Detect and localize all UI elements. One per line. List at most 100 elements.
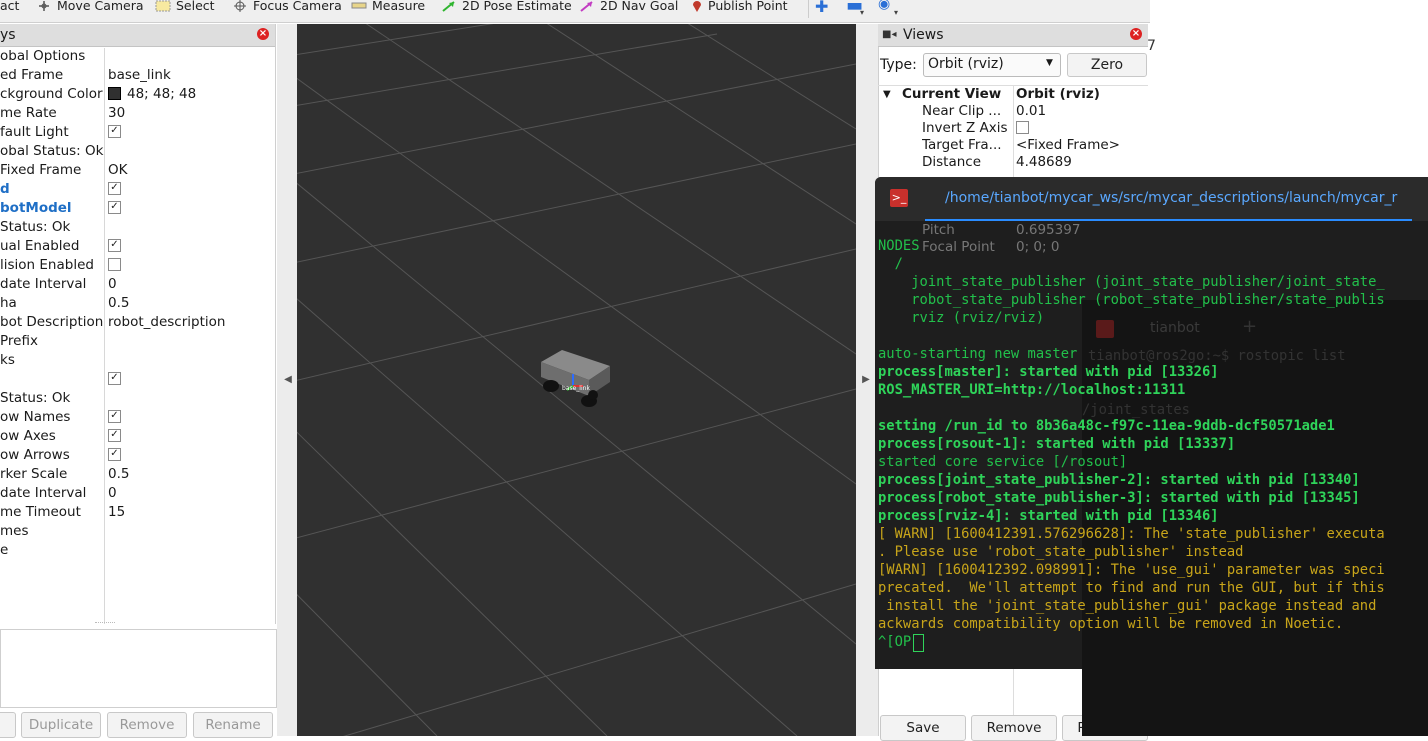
- terminal-tab[interactable]: /home/tianbot/mycar_ws/src/mycar_descrip…: [925, 177, 1412, 221]
- property-name: Near Clip ...: [922, 103, 1002, 119]
- property-value: <Fixed Frame>: [1016, 137, 1120, 153]
- checkbox[interactable]: ✓: [108, 200, 121, 214]
- display-property-row[interactable]: obal Status: Ok: [0, 142, 275, 161]
- display-property-row[interactable]: lision Enabled: [0, 256, 275, 275]
- expand-arrow-icon[interactable]: ▼: [883, 86, 891, 103]
- checkbox[interactable]: ✓: [108, 124, 121, 138]
- tool-select[interactable]: Select: [155, 0, 215, 14]
- duplicate-button[interactable]: Duplicate: [21, 712, 101, 738]
- tool-measure[interactable]: Measure: [351, 0, 425, 14]
- property-value-text: 48; 48; 48: [127, 86, 197, 102]
- property-value: 0: [108, 276, 117, 292]
- checkbox[interactable]: ✓: [108, 447, 121, 461]
- display-property-row[interactable]: ow Arrows ✓: [0, 446, 275, 465]
- terminal-icon: [1096, 320, 1114, 338]
- checkbox[interactable]: ✓: [108, 181, 121, 195]
- display-property-row[interactable]: ckground Color 48; 48; 48: [0, 85, 275, 104]
- checkbox[interactable]: ✓: [108, 238, 121, 252]
- robot-model[interactable]: base_link: [541, 350, 610, 407]
- display-property-row[interactable]: botModel ✓: [0, 199, 275, 218]
- property-value: [1016, 120, 1029, 137]
- display-property-row[interactable]: obal Options: [0, 47, 275, 66]
- display-property-row[interactable]: me Timeout 15: [0, 503, 275, 522]
- checkbox[interactable]: ✓: [108, 428, 121, 442]
- property-value: 30: [108, 105, 126, 121]
- display-property-row[interactable]: d ✓: [0, 180, 275, 199]
- ghost-value: 0.695397: [1016, 222, 1081, 238]
- save-view-button[interactable]: Save: [880, 715, 966, 741]
- color-swatch[interactable]: [108, 86, 121, 100]
- tool-2d-nav-goal[interactable]: 2D Nav Goal: [579, 0, 678, 14]
- display-property-row[interactable]: mes: [0, 522, 275, 541]
- terminal-icon: >_: [890, 189, 908, 207]
- property-value: ✓: [108, 427, 121, 446]
- view-property-row[interactable]: Near Clip ... 0.01: [878, 103, 1150, 120]
- display-property-row[interactable]: Prefix: [0, 332, 275, 351]
- type-label: Type:: [880, 57, 917, 73]
- terminal-line: ROS_MASTER_URI=http://localhost:11311: [878, 382, 1186, 398]
- display-property-row[interactable]: ual Enabled ✓: [0, 237, 275, 256]
- chevron-down-icon[interactable]: ▾: [860, 8, 864, 17]
- view-property-row[interactable]: Invert Z Axis: [878, 120, 1150, 137]
- tool-publish-point[interactable]: Publish Point: [691, 0, 788, 14]
- rename-display-button[interactable]: Rename: [193, 712, 273, 738]
- property-name: obal Status: Ok: [0, 143, 104, 159]
- display-property-row[interactable]: ow Names ✓: [0, 408, 275, 427]
- display-property-row[interactable]: ✓: [0, 370, 275, 389]
- terminal-cursor: [913, 634, 924, 652]
- tool-focus-camera[interactable]: Focus Camera: [232, 0, 342, 14]
- tool-move-camera[interactable]: Move Camera: [36, 0, 144, 14]
- tool-2d-pose-estimate[interactable]: 2D Pose Estimate: [441, 0, 572, 14]
- display-property-row[interactable]: bot Description robot_description: [0, 313, 275, 332]
- property-name: Status: Ok: [0, 390, 71, 406]
- display-property-row[interactable]: rker Scale 0.5: [0, 465, 275, 484]
- grid-view[interactable]: base_link: [297, 24, 856, 736]
- property-name: Distance: [922, 154, 982, 170]
- display-property-row[interactable]: Status: Ok: [0, 389, 275, 408]
- display-property-row[interactable]: ks: [0, 351, 275, 370]
- checkbox[interactable]: ✓: [108, 409, 121, 423]
- add-display-button[interactable]: [0, 712, 16, 738]
- display-property-row[interactable]: date Interval 0: [0, 275, 275, 294]
- checkbox[interactable]: [108, 257, 121, 271]
- display-property-row[interactable]: me Rate 30: [0, 104, 275, 123]
- remove-display-button[interactable]: Remove: [107, 712, 187, 738]
- property-value: 0.5: [108, 295, 130, 311]
- remove-view-button[interactable]: Remove: [971, 715, 1057, 741]
- chevron-down-icon[interactable]: ▾: [894, 8, 898, 17]
- view-type-select[interactable]: Orbit (rviz) ▼: [923, 53, 1061, 77]
- render-viewport[interactable]: base_link: [297, 24, 856, 736]
- property-name: ual Enabled: [0, 238, 80, 254]
- left-splitter[interactable]: ◀: [277, 24, 299, 736]
- close-icon[interactable]: ×: [257, 28, 269, 40]
- terminal-line: ackwards compatibility option will be re…: [878, 616, 1344, 632]
- resize-handle[interactable]: [95, 622, 115, 627]
- terminal-line: setting /run_id to 8b36a48c-f97c-11ea-9d…: [878, 418, 1335, 434]
- view-property-row[interactable]: Target Fra... <Fixed Frame>: [878, 137, 1150, 154]
- checkbox[interactable]: [1016, 120, 1029, 134]
- collapse-left-icon[interactable]: ◀: [282, 374, 294, 385]
- tool-interact[interactable]: act: [0, 0, 19, 14]
- display-property-row[interactable]: Fixed Frame OK: [0, 161, 275, 180]
- close-icon[interactable]: ×: [1130, 28, 1142, 40]
- add-tool-icon[interactable]: ✚: [815, 0, 828, 16]
- property-name: me Timeout: [0, 504, 81, 520]
- display-property-row[interactable]: fault Light ✓: [0, 123, 275, 142]
- terminal-line: process[rosout-1]: started with pid [133…: [878, 436, 1236, 452]
- checkbox[interactable]: ✓: [108, 371, 121, 385]
- display-property-row[interactable]: ed Frame base_link: [0, 66, 275, 85]
- view-property-row[interactable]: Distance 4.48689: [878, 154, 1150, 171]
- display-property-row[interactable]: Status: Ok: [0, 218, 275, 237]
- display-property-row[interactable]: ha 0.5: [0, 294, 275, 313]
- display-property-row[interactable]: ow Axes ✓: [0, 427, 275, 446]
- zero-button[interactable]: Zero: [1067, 53, 1147, 77]
- collapse-right-icon[interactable]: ▶: [860, 374, 872, 385]
- property-value: ✓: [108, 123, 121, 142]
- current-view-row[interactable]: ▼ Current View Orbit (rviz): [878, 86, 1150, 103]
- background-line: tianbot@ros2go:~$ rostopic list: [1088, 348, 1346, 364]
- property-name: rker Scale: [0, 466, 68, 482]
- property-name: date Interval: [0, 485, 87, 501]
- tool-properties-eye-icon[interactable]: ◉: [878, 0, 890, 12]
- display-property-row[interactable]: date Interval 0: [0, 484, 275, 503]
- display-property-row[interactable]: e: [0, 541, 275, 560]
